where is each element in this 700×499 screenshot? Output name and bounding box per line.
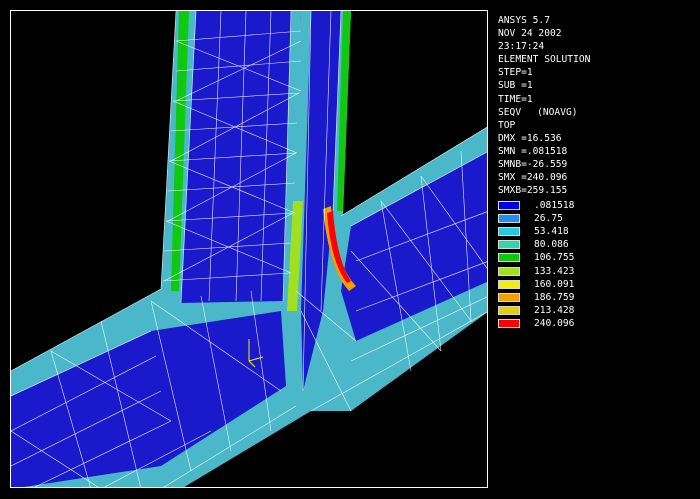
legend-label: .081518 [534, 200, 575, 212]
legend-label: 213.428 [534, 304, 575, 316]
legend-row: .081518 [498, 199, 574, 212]
legend-label: 26.75 [534, 213, 563, 225]
legend-row: 186.759 [498, 291, 574, 304]
legend-swatch [498, 279, 520, 289]
stress-contour-plot [11, 11, 487, 487]
result-item: SEQV (NOAVG) [498, 106, 590, 119]
smx-value: SMX =240.096 [498, 172, 568, 184]
legend-row: 26.75 [498, 212, 574, 225]
legend-swatch [498, 318, 520, 328]
dmx-value: DMX =16.536 [498, 132, 562, 144]
legend-swatch [498, 214, 520, 224]
app-version: ANSYS 5.7 [498, 15, 550, 26]
legend-row: 53.418 [498, 225, 574, 238]
legend-label: 160.091 [534, 278, 575, 290]
legend-row: 106.755 [498, 251, 574, 264]
smn-value: SMN =.081518 [498, 145, 568, 157]
legend-label: 186.759 [534, 291, 575, 303]
time-value: TIME=1 [498, 93, 533, 105]
legend-swatch [498, 227, 520, 237]
legend-swatch [498, 292, 520, 302]
legend-label: 106.755 [534, 252, 575, 264]
legend-swatch [498, 201, 520, 211]
legend-label: 53.418 [534, 226, 569, 238]
legend-swatch [498, 240, 520, 250]
legend-row: 240.096 [498, 317, 574, 330]
legend-row: 133.423 [498, 264, 574, 277]
item-name: SEQV [498, 106, 522, 118]
legend-row: 80.086 [498, 238, 574, 251]
time: 23:17:24 [498, 41, 545, 53]
avg-flag: (NOAVG) [537, 106, 578, 118]
status-info-panel: ANSYS 5.7 NOV 24 2002 23:17:24 ELEMENT S… [498, 14, 590, 197]
fe-mesh-model [11, 11, 487, 487]
smxb-value: SMXB=259.155 [498, 185, 568, 197]
legend-row: 213.428 [498, 304, 574, 317]
graphics-viewport[interactable] [10, 10, 488, 488]
legend-label: 80.086 [534, 239, 569, 251]
contour-legend: .081518 26.75 53.418 80.086 106.755 133.423 16… [498, 199, 574, 330]
legend-swatch [498, 253, 520, 263]
legend-label: 240.096 [534, 317, 575, 329]
solution-mode: ELEMENT SOLUTION [498, 54, 591, 66]
lower-beam-core [11, 311, 286, 487]
layer: TOP [498, 119, 516, 131]
substep: SUB =1 [498, 80, 533, 92]
date: NOV 24 2002 [498, 28, 562, 40]
legend-swatch [498, 305, 520, 315]
legend-label: 133.423 [534, 265, 575, 277]
smnb-value: SMNB=-26.559 [498, 159, 568, 171]
legend-swatch [498, 266, 520, 276]
legend-row: 160.091 [498, 278, 574, 291]
step: STEP=1 [498, 67, 533, 79]
